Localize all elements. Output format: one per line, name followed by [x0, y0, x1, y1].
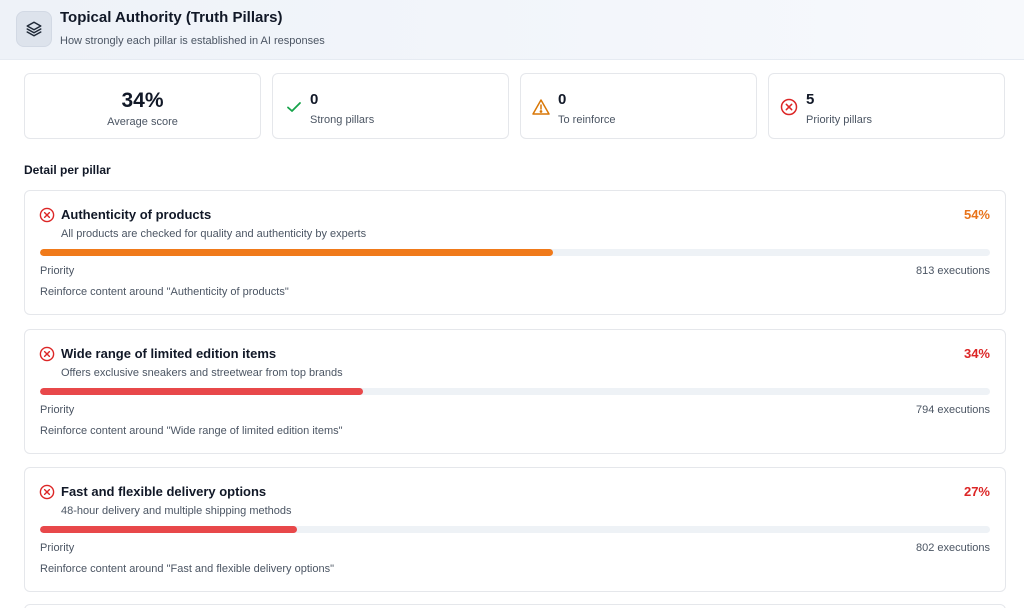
pillar-executions: 802 executions — [916, 542, 990, 554]
stat-label: To reinforce — [558, 114, 616, 126]
pillar-progress-track — [40, 388, 990, 395]
section-header: Topical Authority (Truth Pillars) How st… — [0, 0, 1024, 60]
check-icon — [285, 98, 303, 116]
pillar-progress-track — [40, 526, 990, 533]
pillar-card[interactable]: Fast and flexible delivery options 48-ho… — [24, 467, 1006, 592]
stat-value: 5 — [806, 91, 815, 108]
x-circle-icon — [39, 207, 55, 223]
pillar-title: Fast and flexible delivery options — [61, 484, 267, 499]
pillar-score: 34% — [963, 346, 990, 361]
pillar-executions: 794 executions — [916, 404, 990, 416]
stat-label: Strong pillars — [310, 114, 375, 126]
pillar-progress-fill — [40, 526, 297, 533]
pillar-progress-track — [40, 249, 990, 256]
pillar-executions: 813 executions — [916, 265, 990, 277]
stat-label: Average score — [107, 116, 178, 128]
page-subtitle: How strongly each pillar is established … — [60, 35, 325, 47]
pillar-title: Authenticity of products — [61, 207, 212, 222]
pillar-description: All products are checked for quality and… — [61, 228, 367, 240]
stat-label: Priority pillars — [806, 114, 873, 126]
pillar-progress-fill — [40, 249, 553, 256]
x-circle-icon — [39, 484, 55, 500]
stat-value: 0 — [310, 91, 319, 108]
stat-value: 34% — [121, 89, 164, 112]
layers-icon — [16, 11, 52, 47]
pillar-status: Priority — [40, 265, 75, 277]
stat-card-strong-pillars: 0 Strong pillars — [272, 73, 509, 139]
stat-card-to-reinforce: 0 To reinforce — [520, 73, 757, 139]
pillar-progress-fill — [40, 388, 363, 395]
pillar-score: 54% — [963, 207, 990, 222]
pillar-title: Wide range of limited edition items — [61, 346, 277, 361]
pillar-description: 48-hour delivery and multiple shipping m… — [61, 505, 292, 517]
pillar-card[interactable]: Authenticity of products All products ar… — [24, 190, 1006, 315]
section-title: Detail per pillar — [24, 163, 111, 177]
pillar-description: Offers exclusive sneakers and streetwear… — [61, 367, 343, 379]
pillar-status: Priority — [40, 542, 75, 554]
pillar-recommendation: Reinforce content around "Authenticity o… — [40, 286, 289, 298]
warning-icon — [532, 98, 550, 116]
pillar-recommendation: Reinforce content around "Fast and flexi… — [40, 563, 334, 575]
pillar-score: 27% — [963, 484, 990, 499]
stat-card-priority-pillars: 5 Priority pillars — [768, 73, 1005, 139]
stat-value: 0 — [558, 91, 567, 108]
pillar-status: Priority — [40, 404, 75, 416]
x-circle-icon — [780, 98, 798, 116]
pillar-card-partial[interactable] — [24, 604, 1006, 608]
pillar-card[interactable]: Wide range of limited edition items Offe… — [24, 329, 1006, 454]
stat-card-average-score: 34% Average score — [24, 73, 261, 139]
pillar-recommendation: Reinforce content around "Wide range of … — [40, 425, 343, 437]
x-circle-icon — [39, 346, 55, 362]
page-title: Topical Authority (Truth Pillars) — [60, 9, 283, 26]
